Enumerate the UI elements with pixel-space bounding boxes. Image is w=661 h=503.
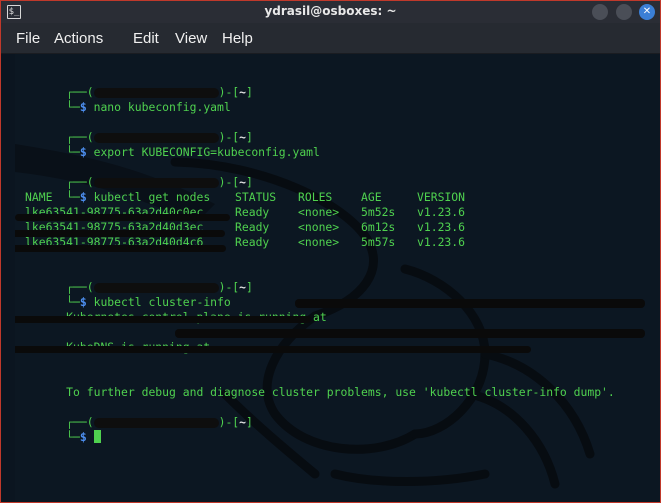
prompt-dollar: $ [79,100,87,114]
prompt-box-end: ] [246,85,253,99]
debug-hint-text: To further debug and diagnose cluster pr… [66,385,615,399]
close-button[interactable]: ✕ [639,4,655,20]
prompt-box-end: ] [246,415,253,429]
prompt-box-end: ] [246,175,253,189]
prompt-box-bottom: └─ [66,430,80,444]
table-row-2-version: v1.23.6 [417,220,466,234]
prompt-path: ~ [239,175,247,189]
command-line-4: └─$ kubectl cluster-info [25,280,231,309]
table-row-1-roles: <none> [298,205,340,219]
window-title: ydrasil@osboxes: ~ [264,4,397,18]
command-text: kubectl get nodes [93,190,211,204]
maximize-button[interactable] [616,4,632,20]
command-text: nano kubeconfig.yaml [93,100,231,114]
table-row-1-age: 5m52s [361,205,396,219]
table-header-roles: ROLES [298,190,333,204]
prompt-line-5: ┌──()-[~] [25,400,253,429]
menu-view[interactable]: View [175,30,207,47]
prompt-line-4: ┌──()-[~] [25,265,253,294]
table-row-2-roles: <none> [298,220,340,234]
prompt-path: ~ [239,85,247,99]
redaction-scribble [15,346,531,353]
terminal-output[interactable]: ┌──()-[~] └─$ nano kubeconfig.yaml ┌──()… [15,54,660,502]
table-row-3-version: v1.23.6 [417,235,466,249]
command-line-2: └─$ export KUBECONFIG=kubeconfig.yaml [25,130,320,159]
prompt-path: ~ [239,280,247,294]
table-header-name: NAME [25,190,53,204]
prompt-dollar: $ [79,430,87,444]
table-row-1-version: v1.23.6 [417,205,466,219]
table-row-3-age: 5m57s [361,235,396,249]
prompt-dollar: $ [79,190,87,204]
command-line-1: └─$ nano kubeconfig.yaml [25,85,231,114]
prompt-line-1: ┌──()-[~] [25,70,253,99]
menu-actions[interactable]: Actions [54,30,103,47]
prompt-line-2: ┌──()-[~] [25,115,253,144]
menu-edit[interactable]: Edit [133,30,159,47]
minimize-button[interactable] [592,4,608,20]
prompt-line-3: ┌──()-[~] [25,160,253,189]
prompt-box-end: ] [246,280,253,294]
command-text: export KUBECONFIG=kubeconfig.yaml [93,145,320,159]
table-header-age: AGE [361,190,382,204]
menu-help[interactable]: Help [222,30,253,47]
command-line-3: └─$ kubectl get nodes [25,175,210,204]
table-row-2-status: Ready [235,220,270,234]
table-row-1-status: Ready [235,205,270,219]
table-header-version: VERSION [417,190,466,204]
table-row-3-status: Ready [235,235,270,249]
prompt-box-bottom: └─ [66,190,80,204]
redaction-scribble [15,214,230,221]
terminal-window: $_ ydrasil@osboxes: ~ ✕ File Actions Edi… [0,0,661,503]
prompt-path: ~ [239,415,247,429]
prompt-box-mid: )-[ [218,415,240,429]
prompt-box-mid: )-[ [218,175,240,189]
redaction-scribble [15,230,225,237]
prompt-box-bottom: └─ [66,145,80,159]
redaction-scribble [175,329,645,338]
menu-bar: File Actions Edit View Help [1,23,660,54]
debug-hint-line: To further debug and diagnose cluster pr… [25,370,615,399]
text-cursor[interactable] [93,430,101,443]
table-header-status: STATUS [235,190,277,204]
control-plane-line: Kubernetes control plane is running at [25,295,327,324]
prompt-box-bottom: └─ [66,100,80,114]
active-command-line[interactable]: └─$ [25,415,101,444]
redaction-scribble [295,299,645,308]
table-row-2-age: 6m12s [361,220,396,234]
title-bar[interactable]: $_ ydrasil@osboxes: ~ ✕ [1,1,660,23]
redaction-scribble [15,316,311,323]
redacted-user [93,417,219,428]
prompt-dollar: $ [79,145,87,159]
redaction-scribble [15,245,226,252]
menu-file[interactable]: File [16,30,40,47]
table-row-3-roles: <none> [298,235,340,249]
